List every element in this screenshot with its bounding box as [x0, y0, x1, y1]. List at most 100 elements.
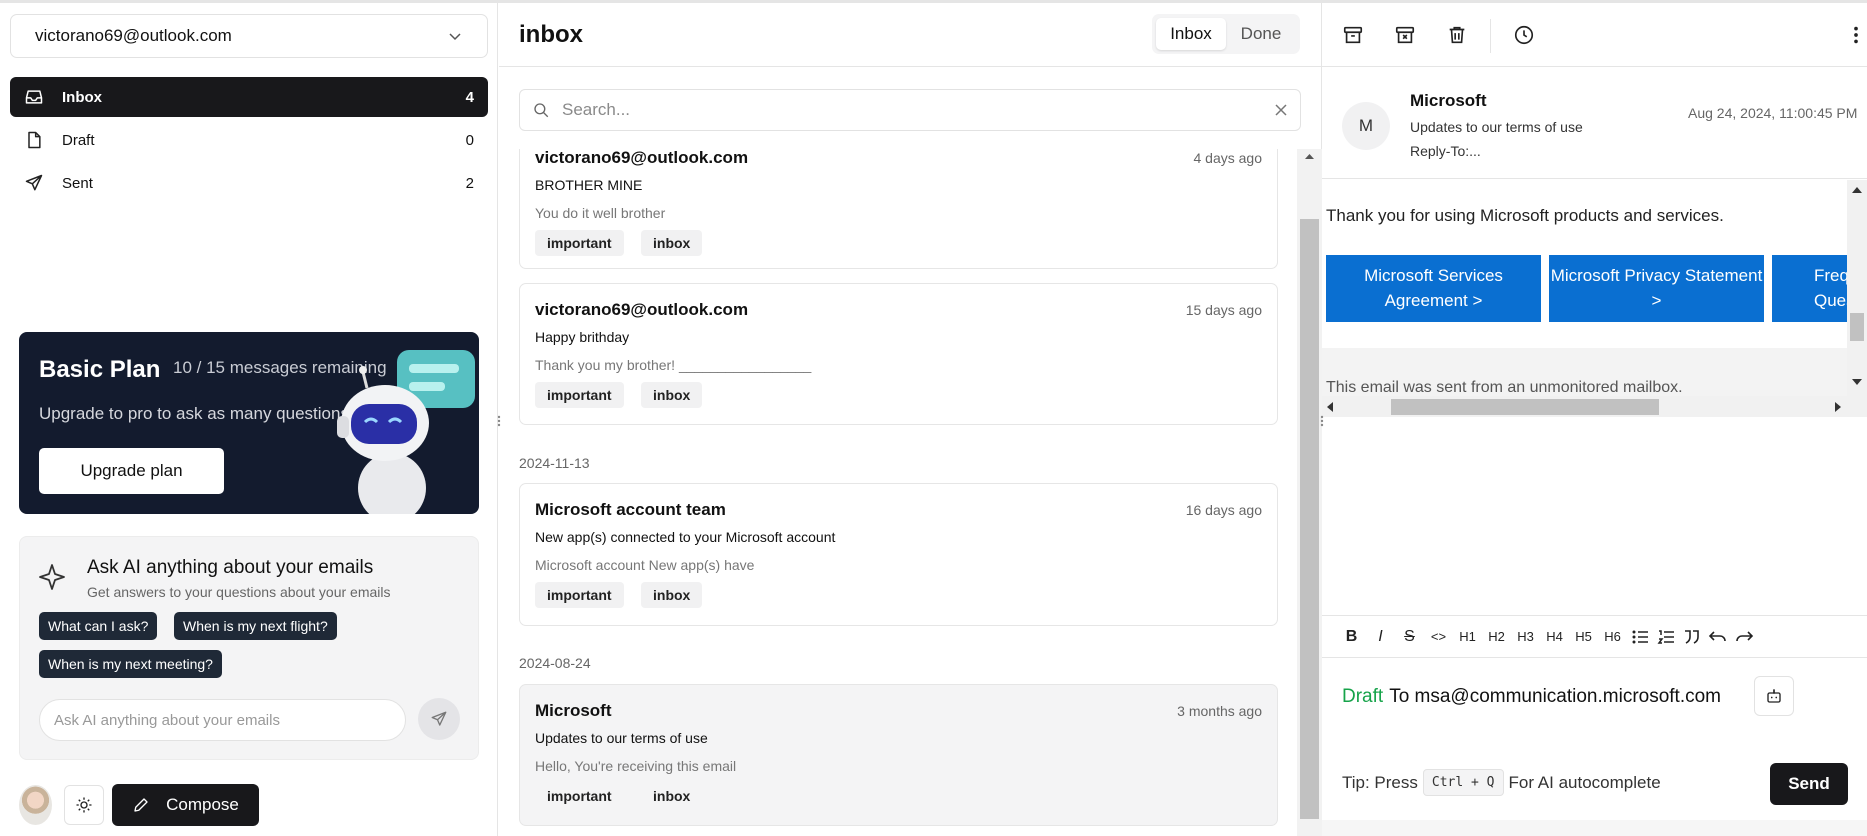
- heading2-button[interactable]: H2: [1485, 629, 1508, 644]
- email-card[interactable]: victorano69@outlook.com 4 days ago BROTH…: [519, 149, 1278, 269]
- email-footer-text: This email was sent from an unmonitored …: [1326, 379, 1683, 396]
- email-time: 16 days ago: [1185, 502, 1262, 518]
- email-card[interactable]: victorano69@outlook.com 15 days ago Happ…: [519, 283, 1278, 425]
- clock-icon[interactable]: [1513, 24, 1535, 46]
- account-switcher[interactable]: victorano69@outlook.com: [10, 14, 488, 58]
- send-button[interactable]: Send: [1770, 763, 1848, 805]
- tag-badge: important: [535, 230, 624, 256]
- quote-icon[interactable]: [1682, 627, 1702, 647]
- chevron-down-icon: [449, 33, 461, 41]
- robot-mascot-icon: [337, 350, 475, 514]
- email-subject: New app(s) connected to your Microsoft a…: [535, 529, 836, 545]
- more-vertical-icon[interactable]: [1850, 24, 1862, 46]
- email-subject: Updates to our terms of use: [535, 730, 708, 746]
- scrollbar-thumb[interactable]: [1391, 399, 1659, 415]
- compose-label: Compose: [166, 795, 239, 814]
- archive-icon[interactable]: [1342, 24, 1364, 46]
- resize-handle[interactable]: [495, 413, 503, 429]
- file-icon: [28, 131, 41, 149]
- search-input[interactable]: Search...: [562, 100, 1274, 120]
- autocomplete-tip: Tip: Press Ctrl + Q For AI autocomplete: [1342, 769, 1661, 796]
- search-bar[interactable]: Search...: [519, 89, 1301, 131]
- email-preview: Microsoft account New app(s) have: [535, 557, 755, 573]
- user-avatar[interactable]: [19, 785, 52, 825]
- redo-icon[interactable]: [1734, 627, 1754, 647]
- search-icon: [534, 103, 549, 118]
- email-sender: Microsoft: [535, 701, 612, 720]
- tag-badge: important: [535, 382, 624, 408]
- body-scrollbar[interactable]: [1847, 180, 1867, 417]
- bullet-list-icon[interactable]: [1630, 627, 1650, 647]
- send-icon: [25, 174, 43, 191]
- reader-toolbar: [1322, 3, 1867, 67]
- heading3-button[interactable]: H3: [1514, 629, 1537, 644]
- tab-inbox[interactable]: Inbox: [1156, 18, 1226, 50]
- list-scrollbar[interactable]: [1297, 149, 1322, 836]
- email-date: Aug 24, 2024, 11:00:45 PM: [1688, 105, 1858, 121]
- toolbar-divider: [1490, 19, 1491, 53]
- horizontal-scrollbar[interactable]: [1322, 396, 1847, 417]
- sidebar-item-sent[interactable]: Sent 2: [10, 163, 488, 203]
- services-agreement-link[interactable]: Microsoft Services Agreement >: [1326, 255, 1541, 322]
- numbered-list-icon[interactable]: [1656, 627, 1676, 647]
- heading5-button[interactable]: H5: [1572, 629, 1595, 644]
- compose-button[interactable]: Compose: [112, 784, 259, 826]
- email-card[interactable]: Microsoft account team 16 days ago New a…: [519, 483, 1278, 626]
- bot-icon: [1767, 689, 1781, 703]
- sidebar-item-draft[interactable]: Draft 0: [10, 120, 488, 160]
- scroll-down-icon: [1852, 379, 1862, 385]
- email-subject: Happy brithday: [535, 329, 630, 345]
- email-sender: victorano69@outlook.com: [535, 149, 749, 167]
- undo-icon[interactable]: [1708, 627, 1728, 647]
- grip-icon: [1320, 415, 1324, 427]
- scrollbar-thumb[interactable]: [1850, 313, 1864, 341]
- faq-link[interactable]: Frequently Asked Questions: [1772, 255, 1847, 322]
- bold-button[interactable]: B: [1340, 628, 1363, 646]
- scroll-left-icon: [1327, 402, 1333, 412]
- upgrade-plan-button[interactable]: Upgrade plan: [39, 448, 224, 494]
- email-time: 15 days ago: [1185, 302, 1262, 318]
- privacy-statement-link[interactable]: Microsoft Privacy Statement >: [1549, 255, 1764, 322]
- email-time: 3 months ago: [1177, 703, 1262, 719]
- draft-recipient: Draft To msa@communication.microsoft.com: [1342, 686, 1721, 708]
- code-button[interactable]: <>: [1427, 629, 1450, 644]
- resize-handle[interactable]: [1318, 413, 1326, 429]
- sidebar: victorano69@outlook.com Inbox 4 Draft 0 …: [0, 3, 498, 836]
- tab-done[interactable]: Done: [1226, 18, 1296, 50]
- nav-label: Draft: [62, 131, 95, 149]
- heading1-button[interactable]: H1: [1456, 629, 1479, 644]
- trash-icon[interactable]: [1446, 24, 1468, 46]
- heading4-button[interactable]: H4: [1543, 629, 1566, 644]
- ask-ai-input[interactable]: Ask AI anything about your emails: [39, 699, 406, 741]
- email-body-text: Thank you for using Microsoft products a…: [1326, 206, 1724, 225]
- archive-remove-icon[interactable]: [1394, 24, 1416, 46]
- shortcut-key: Ctrl + Q: [1422, 769, 1504, 796]
- theme-toggle-button[interactable]: [64, 785, 104, 825]
- plan-description: Upgrade to pro to ask as many questions: [39, 404, 349, 423]
- draft-to: To msa@communication.microsoft.com: [1389, 686, 1722, 707]
- sidebar-item-inbox[interactable]: Inbox 4: [10, 77, 488, 117]
- email-sender: victorano69@outlook.com: [535, 300, 749, 319]
- nav-count: 2: [465, 174, 474, 192]
- nav-label: Inbox: [62, 88, 102, 106]
- close-icon[interactable]: [1274, 103, 1288, 117]
- ai-assist-button[interactable]: [1754, 676, 1794, 716]
- ask-ai-send-button[interactable]: [418, 698, 460, 740]
- sender-avatar: M: [1342, 102, 1390, 150]
- tag-badge: important: [535, 582, 624, 608]
- editor-scrollbar[interactable]: [1322, 820, 1867, 836]
- sidebar-footer: Compose: [19, 784, 259, 826]
- italic-button[interactable]: I: [1369, 628, 1392, 646]
- email-card-selected[interactable]: Microsoft 3 months ago Updates to our te…: [519, 684, 1278, 826]
- scrollbar-thumb[interactable]: [1300, 219, 1319, 819]
- suggestion-chip[interactable]: When is my next flight?: [174, 612, 337, 640]
- send-icon: [431, 711, 447, 726]
- reply-to[interactable]: Reply-To:...: [1410, 143, 1481, 159]
- suggestion-chip[interactable]: When is my next meeting?: [39, 650, 222, 678]
- tag-badge: important: [547, 788, 612, 804]
- suggestion-chip[interactable]: What can I ask?: [39, 612, 158, 640]
- heading6-button[interactable]: H6: [1601, 629, 1624, 644]
- email-time: 4 days ago: [1193, 150, 1263, 166]
- strikethrough-button[interactable]: S: [1398, 628, 1421, 646]
- ask-ai-card: Ask AI anything about your emails Get an…: [19, 536, 479, 760]
